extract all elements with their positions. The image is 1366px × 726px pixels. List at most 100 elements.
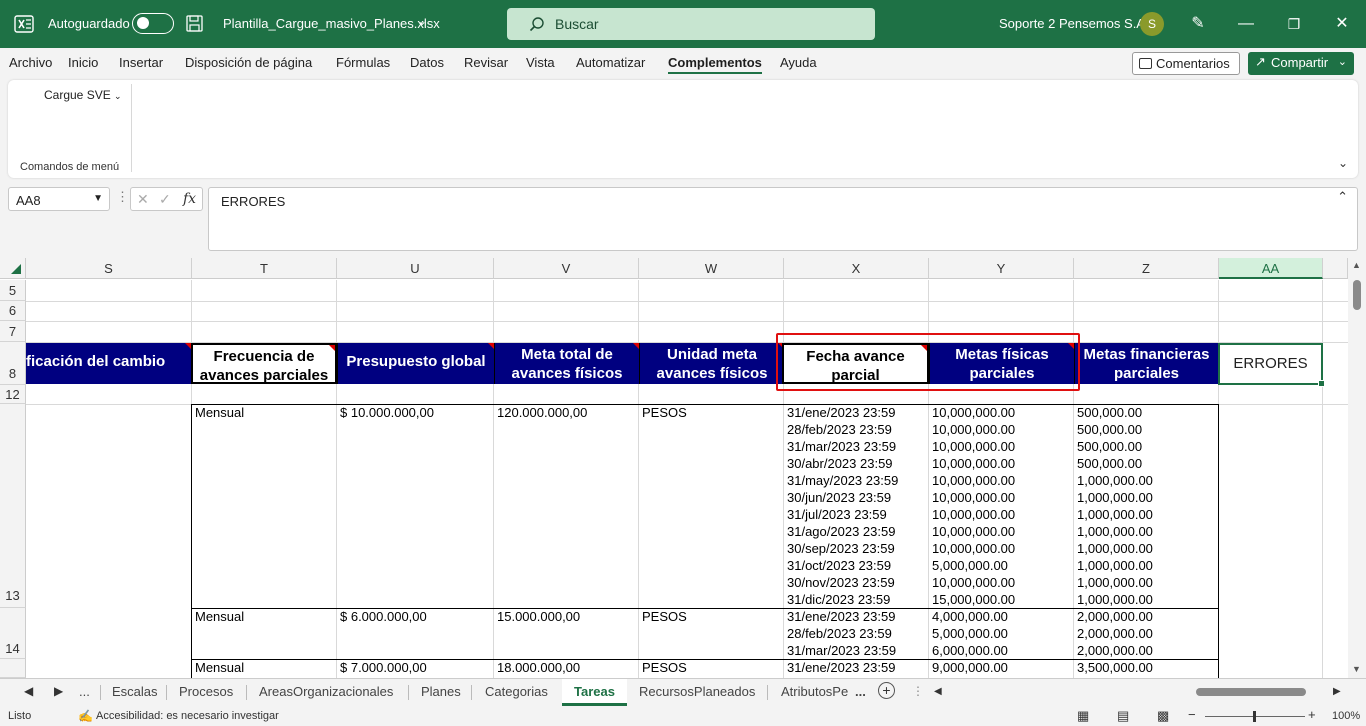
tab-categorias[interactable]: Categorias [485, 684, 548, 699]
tab-areas[interactable]: AreasOrganizacionales [259, 684, 393, 699]
search-box[interactable]: Buscar [507, 8, 875, 40]
file-name[interactable]: Plantilla_Cargue_masivo_Planes.xlsx [223, 16, 440, 31]
tab-planes[interactable]: Planes [421, 684, 461, 699]
function-icon[interactable]: fx [183, 191, 196, 207]
scroll-up-icon[interactable]: ▲ [1352, 260, 1361, 270]
row-header-7[interactable]: 7 [0, 321, 26, 342]
horizontal-scroll-thumb[interactable] [1196, 688, 1306, 696]
tab-procesos[interactable]: Procesos [179, 684, 233, 699]
menu-disposicion[interactable]: Disposición de página [185, 55, 312, 70]
cell-v13[interactable]: 120.000.000,00 [494, 404, 587, 421]
tab-more-right[interactable]: ... [855, 684, 866, 699]
chevron-up-icon[interactable]: ⌃ [1337, 189, 1348, 205]
selected-cell-aa8[interactable]: ERRORES [1218, 343, 1325, 387]
cancel-icon[interactable]: ✕ [137, 191, 149, 208]
row-header-8[interactable]: 8 [0, 342, 26, 385]
menu-automatizar[interactable]: Automatizar [576, 55, 645, 70]
chevron-down-icon[interactable]: ⌄ [417, 14, 427, 28]
row-header-12[interactable]: 12 [0, 385, 26, 404]
column-header-z[interactable]: Z [1074, 258, 1219, 279]
check-icon[interactable]: ✓ [159, 191, 171, 208]
menu-inicio[interactable]: Inicio [68, 55, 98, 70]
row-header-5[interactable]: 5 [0, 280, 26, 301]
menu-datos[interactable]: Datos [410, 55, 444, 70]
menu-formulas[interactable]: Fórmulas [336, 55, 390, 70]
normal-view-icon[interactable]: ▦ [1077, 708, 1089, 724]
vertical-scrollbar[interactable]: ▲ ▼ [1348, 258, 1366, 678]
menu-ayuda[interactable]: Ayuda [780, 55, 817, 70]
chevron-down-icon[interactable]: ⌄ [1338, 55, 1347, 68]
zoom-out-icon[interactable]: − [1188, 707, 1196, 722]
cell-x13[interactable]: 31/ene/2023 23:59 28/feb/2023 23:59 31/m… [784, 404, 898, 608]
header-cell-u[interactable]: Presupuesto global [337, 343, 494, 384]
menu-complementos[interactable]: Complementos [668, 55, 762, 74]
cell-z13[interactable]: 500,000.00 500,000.00 500,000.00 500,000… [1074, 404, 1153, 608]
tab-prev-icon[interactable]: ◀ [24, 684, 33, 698]
header-cell-w[interactable]: Unidad meta avances físicos [639, 343, 784, 384]
hscroll-left-icon[interactable]: ◀ [934, 686, 942, 697]
column-header-s[interactable]: S [26, 258, 192, 279]
row-header-6[interactable]: 6 [0, 301, 26, 321]
close-icon[interactable]: ✕ [1330, 12, 1354, 36]
select-all-corner[interactable] [0, 258, 26, 279]
tab-escalas[interactable]: Escalas [112, 684, 158, 699]
column-header-t[interactable]: T [192, 258, 337, 279]
minimize-icon[interactable]: — [1234, 12, 1258, 36]
cell-y15[interactable]: 9,000,000.00 [929, 659, 1008, 676]
cell-x14[interactable]: 31/ene/2023 23:59 28/feb/2023 23:59 31/m… [784, 608, 896, 659]
accessibility-icon[interactable]: ✍ [78, 709, 93, 723]
header-cell-z[interactable]: Metas financieras parciales [1074, 343, 1218, 384]
cell-v15[interactable]: 18.000.000,00 [494, 659, 580, 676]
header-cell-s[interactable]: ficación del cambio [26, 343, 191, 384]
column-header-v[interactable]: V [494, 258, 639, 279]
page-break-icon[interactable]: ▩ [1157, 708, 1169, 724]
cell-v14[interactable]: 15.000.000,00 [494, 608, 580, 625]
menu-archivo[interactable]: Archivo [9, 55, 52, 70]
cell-u13[interactable]: $ 10.000.000,00 [337, 404, 434, 421]
menu-vista[interactable]: Vista [526, 55, 555, 70]
scroll-thumb[interactable] [1353, 280, 1361, 310]
pen-icon[interactable]: ✎ [1186, 12, 1210, 36]
tab-tareas[interactable]: Tareas [562, 679, 627, 706]
autosave-toggle[interactable] [132, 13, 174, 34]
cell-t15[interactable]: Mensual [192, 659, 244, 676]
cell-z14[interactable]: 2,000,000.00 2,000,000.00 2,000,000.00 [1074, 608, 1153, 659]
zoom-level[interactable]: 100% [1332, 710, 1360, 722]
zoom-in-icon[interactable]: + [1308, 707, 1316, 722]
cell-w13[interactable]: PESOS [639, 404, 687, 421]
restore-icon[interactable]: ❐ [1282, 12, 1306, 36]
row-header-next[interactable] [0, 659, 26, 678]
menu-insertar[interactable]: Insertar [119, 55, 163, 70]
cell-y14[interactable]: 4,000,000.00 5,000,000.00 6,000,000.00 [929, 608, 1008, 659]
tab-more-left[interactable]: ... [79, 684, 90, 699]
formula-input[interactable]: ERRORES ⌃ [208, 187, 1358, 251]
add-sheet-icon[interactable]: + [878, 682, 895, 699]
header-cell-t[interactable]: Frecuencia de avances parciales [191, 343, 337, 384]
spreadsheet-grid[interactable]: S T U V W X Y Z AA 5 6 7 8 12 13 14 fica… [0, 258, 1366, 678]
ribbon-collapse-icon[interactable]: ⌄ [1338, 156, 1348, 170]
row-header-14[interactable]: 14 [0, 608, 26, 659]
zoom-slider-thumb[interactable] [1253, 711, 1256, 722]
share-button[interactable]: ↗ Compartir ⌄ [1248, 52, 1354, 75]
name-box[interactable]: AA8 ▼ [8, 187, 110, 211]
cell-u14[interactable]: $ 6.000.000,00 [337, 608, 427, 625]
page-layout-icon[interactable]: ▤ [1117, 708, 1129, 724]
more-icon[interactable]: ⋮ [116, 189, 129, 205]
save-icon[interactable] [186, 15, 203, 32]
column-header-x[interactable]: X [784, 258, 929, 279]
cell-z15[interactable]: 3,500,000.00 [1074, 659, 1153, 676]
scroll-down-icon[interactable]: ▼ [1352, 664, 1361, 674]
cell-x15[interactable]: 31/ene/2023 23:59 [784, 659, 895, 676]
column-header-y[interactable]: Y [929, 258, 1074, 279]
column-header-w[interactable]: W [639, 258, 784, 279]
header-cell-v[interactable]: Meta total de avances físicos [494, 343, 639, 384]
cell-y13[interactable]: 10,000,000.00 10,000,000.00 10,000,000.0… [929, 404, 1015, 608]
menu-revisar[interactable]: Revisar [464, 55, 508, 70]
row-header-13[interactable]: 13 [0, 404, 26, 608]
cargue-sve-button[interactable]: Cargue SVE ⌄ [44, 88, 122, 102]
tab-next-icon[interactable]: ▶ [54, 684, 63, 698]
cell-w15[interactable]: PESOS [639, 659, 687, 676]
chevron-down-icon[interactable]: ▼ [93, 193, 103, 204]
accessibility-status[interactable]: Accesibilidad: es necesario investigar [96, 710, 279, 722]
hscroll-right-icon[interactable]: ▶ [1333, 686, 1341, 697]
